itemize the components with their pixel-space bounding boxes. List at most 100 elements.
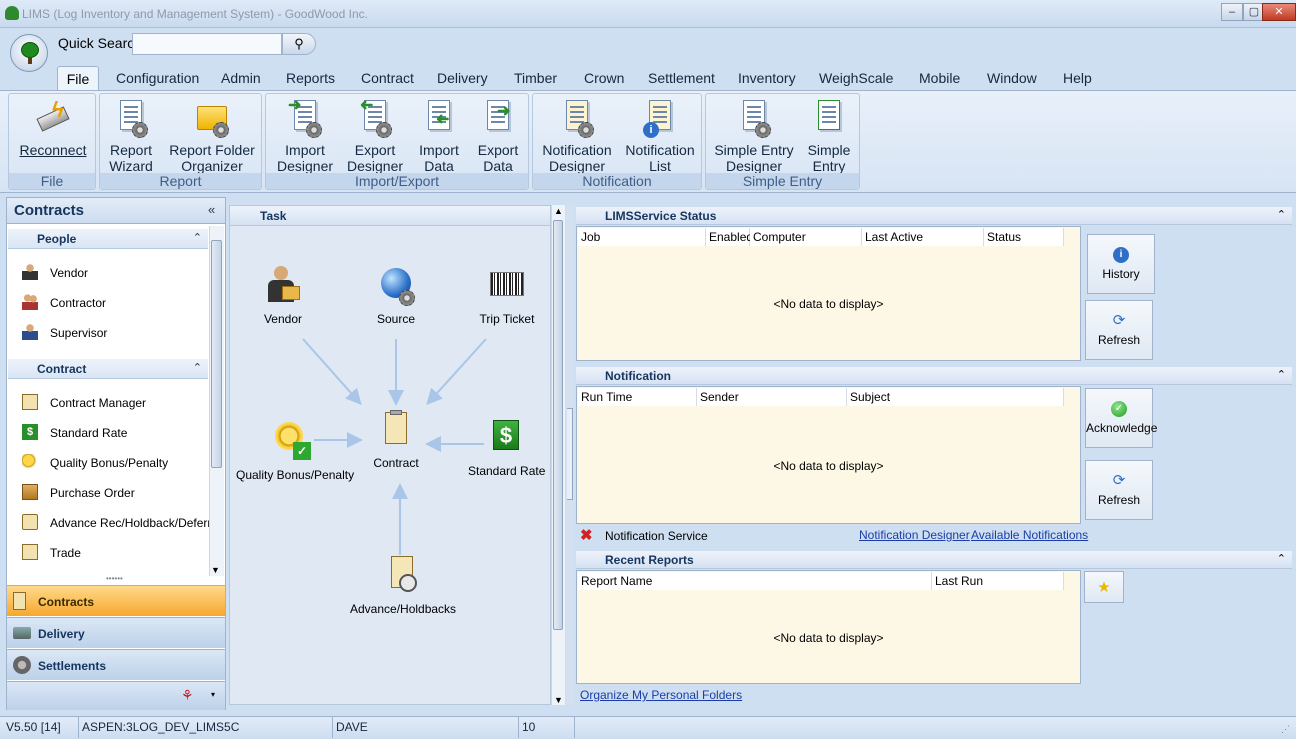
import-data-button[interactable]: ➜ Import Data bbox=[412, 96, 466, 174]
truck-icon bbox=[13, 627, 31, 639]
resize-grip-icon[interactable]: ⋰ bbox=[1281, 724, 1290, 735]
dollar-icon: $ bbox=[22, 424, 38, 440]
menu-inventory[interactable]: Inventory bbox=[738, 70, 796, 86]
acknowledge-button[interactable]: ✓ Acknowledge bbox=[1085, 388, 1157, 448]
menu-contract[interactable]: Contract bbox=[361, 70, 414, 86]
reconnect-label: Reconnect bbox=[19, 142, 87, 158]
notification-designer-button[interactable]: Notification Designer bbox=[537, 96, 617, 174]
ribbon-group-simple-entry: Simple Entry Designer Simple Entry Simpl… bbox=[705, 93, 860, 190]
configure-buttons-icon[interactable]: ⚘ bbox=[181, 687, 194, 704]
column-header[interactable]: Last Run bbox=[932, 572, 1064, 590]
menu-crown[interactable]: Crown bbox=[584, 70, 624, 86]
menu-configuration[interactable]: Configuration bbox=[116, 70, 199, 86]
column-header[interactable]: Sender bbox=[697, 388, 847, 406]
menu-settlement[interactable]: Settlement bbox=[648, 70, 715, 86]
group-label-report: Report bbox=[100, 173, 261, 189]
notification-header[interactable]: Notification ⌃ bbox=[576, 367, 1292, 385]
close-button[interactable]: ✕ bbox=[1262, 3, 1296, 21]
nav-settlements[interactable]: Settlements bbox=[7, 649, 225, 680]
task-node-vendor[interactable]: Vendor bbox=[252, 266, 314, 326]
recent-reports-grid[interactable]: Report Name Last Run <No data to display… bbox=[576, 570, 1081, 684]
column-header[interactable]: Status bbox=[984, 228, 1064, 246]
splitter-grip-icon[interactable]: •••••• bbox=[106, 574, 123, 583]
available-notifications-link[interactable]: Available Notifications bbox=[971, 528, 1088, 542]
section-people-header[interactable]: People ⌃ bbox=[8, 229, 208, 249]
navigation-scrollbar-thumb[interactable] bbox=[211, 240, 222, 468]
nav-options-dropdown-icon[interactable]: ▾ bbox=[211, 690, 215, 699]
scroll-down-arrow-icon[interactable]: ▼ bbox=[554, 695, 563, 705]
ribbon-group-import-export: ➜ Import Designer ➜ Export Designer ➜ Im… bbox=[265, 93, 529, 190]
column-header[interactable]: Job bbox=[578, 228, 706, 246]
task-node-standard-rate[interactable]: $ Standard Rate bbox=[468, 418, 545, 478]
nav-delivery[interactable]: Delivery bbox=[7, 617, 225, 648]
menu-mobile[interactable]: Mobile bbox=[919, 70, 960, 86]
task-node-trip-ticket[interactable]: Trip Ticket bbox=[476, 266, 538, 326]
quick-search-button[interactable]: ⚲ bbox=[282, 33, 316, 55]
recent-reports-header[interactable]: Recent Reports ⌃ bbox=[576, 551, 1292, 569]
status-version: V5.50 [14] bbox=[6, 720, 61, 734]
task-node-contract[interactable]: Contract bbox=[365, 410, 427, 470]
notification-service-label: Notification Service bbox=[605, 529, 708, 543]
empty-grid-message: <No data to display> bbox=[773, 631, 884, 645]
vendor-icon bbox=[22, 264, 38, 280]
scroll-up-arrow-icon[interactable]: ▲ bbox=[554, 206, 563, 216]
menu-file[interactable]: File bbox=[57, 66, 99, 91]
navigation-panel-title: Contracts bbox=[14, 202, 85, 219]
menu-window[interactable]: Window bbox=[987, 70, 1037, 86]
organize-personal-folders-link[interactable]: Organize My Personal Folders bbox=[580, 688, 742, 702]
tree-icon bbox=[21, 42, 39, 58]
service-refresh-button[interactable]: ⟳ Refresh bbox=[1085, 300, 1153, 360]
contracts-icon bbox=[13, 592, 26, 610]
service-status-header[interactable]: LIMSService Status ⌃ bbox=[576, 207, 1292, 225]
column-header[interactable]: Run Time bbox=[578, 388, 697, 406]
menu-help[interactable]: Help bbox=[1063, 70, 1092, 86]
globe-gear-icon bbox=[377, 266, 415, 306]
binoculars-icon: ⚲ bbox=[294, 36, 304, 51]
menu-reports[interactable]: Reports bbox=[286, 70, 335, 86]
contract-clipboard-icon bbox=[377, 410, 415, 450]
import-designer-button[interactable]: ➜ Import Designer bbox=[270, 96, 340, 175]
group-label-notification: Notification bbox=[533, 173, 701, 189]
award-ribbon-icon bbox=[22, 454, 38, 470]
task-node-quality-bonus-penalty[interactable]: ✓ Quality Bonus/Penalty bbox=[236, 422, 354, 482]
favorite-button[interactable]: ★ bbox=[1084, 571, 1124, 603]
menu-weighscale[interactable]: WeighScale bbox=[819, 70, 893, 86]
column-header[interactable]: Computer bbox=[750, 228, 862, 246]
task-scrollbar-thumb[interactable] bbox=[553, 220, 563, 630]
purchase-order-icon bbox=[22, 484, 38, 500]
notification-grid[interactable]: Run Time Sender Subject <No data to disp… bbox=[576, 386, 1081, 524]
notification-list-button[interactable]: i Notification List bbox=[621, 96, 699, 174]
award-check-icon: ✓ bbox=[273, 422, 311, 462]
notification-refresh-button[interactable]: ⟳ Refresh bbox=[1085, 460, 1153, 520]
collapse-section-icon: ⌃ bbox=[192, 232, 202, 244]
group-label-file: File bbox=[9, 173, 95, 189]
service-status-grid[interactable]: Job Enabled Computer Last Active Status … bbox=[576, 226, 1081, 361]
simple-entry-button[interactable]: Simple Entry bbox=[802, 96, 856, 174]
scroll-down-arrow-icon[interactable]: ▼ bbox=[211, 565, 220, 575]
column-header[interactable]: Enabled bbox=[706, 228, 753, 246]
menu-admin[interactable]: Admin bbox=[221, 70, 261, 86]
column-header[interactable]: Report Name bbox=[578, 572, 932, 590]
history-button[interactable]: i History bbox=[1087, 234, 1155, 294]
menu-timber[interactable]: Timber bbox=[514, 70, 557, 86]
notification-designer-link[interactable]: Notification Designer bbox=[859, 528, 970, 542]
minimize-button[interactable]: ‒ bbox=[1221, 3, 1243, 21]
splitter-collapse-handle[interactable] bbox=[567, 408, 573, 500]
nav-contracts[interactable]: Contracts bbox=[7, 585, 225, 616]
collapse-panel-button[interactable]: « bbox=[208, 202, 215, 217]
column-header[interactable]: Last Active bbox=[862, 228, 984, 246]
export-data-icon: ➜ bbox=[481, 98, 515, 138]
export-designer-button[interactable]: ➜ Export Designer bbox=[342, 96, 408, 174]
quick-search-input[interactable] bbox=[132, 33, 282, 55]
menu-delivery[interactable]: Delivery bbox=[437, 70, 488, 86]
task-node-source[interactable]: Source bbox=[365, 266, 427, 326]
refresh-icon: ⟳ bbox=[1112, 472, 1126, 489]
report-folder-organizer-button[interactable]: Report Folder Organizer bbox=[164, 96, 260, 174]
export-data-button[interactable]: ➜ Export Data bbox=[470, 96, 526, 174]
section-contract-header[interactable]: Contract ⌃ bbox=[8, 359, 208, 379]
simple-entry-designer-button[interactable]: Simple Entry Designer bbox=[710, 96, 798, 174]
reconnect-button[interactable]: ϟ Reconnect bbox=[15, 96, 91, 159]
report-wizard-button[interactable]: Report Wizard bbox=[102, 96, 160, 174]
task-node-advance-holdbacks[interactable]: Advance/Holdbacks bbox=[350, 556, 456, 616]
column-header[interactable]: Subject bbox=[847, 388, 1064, 406]
